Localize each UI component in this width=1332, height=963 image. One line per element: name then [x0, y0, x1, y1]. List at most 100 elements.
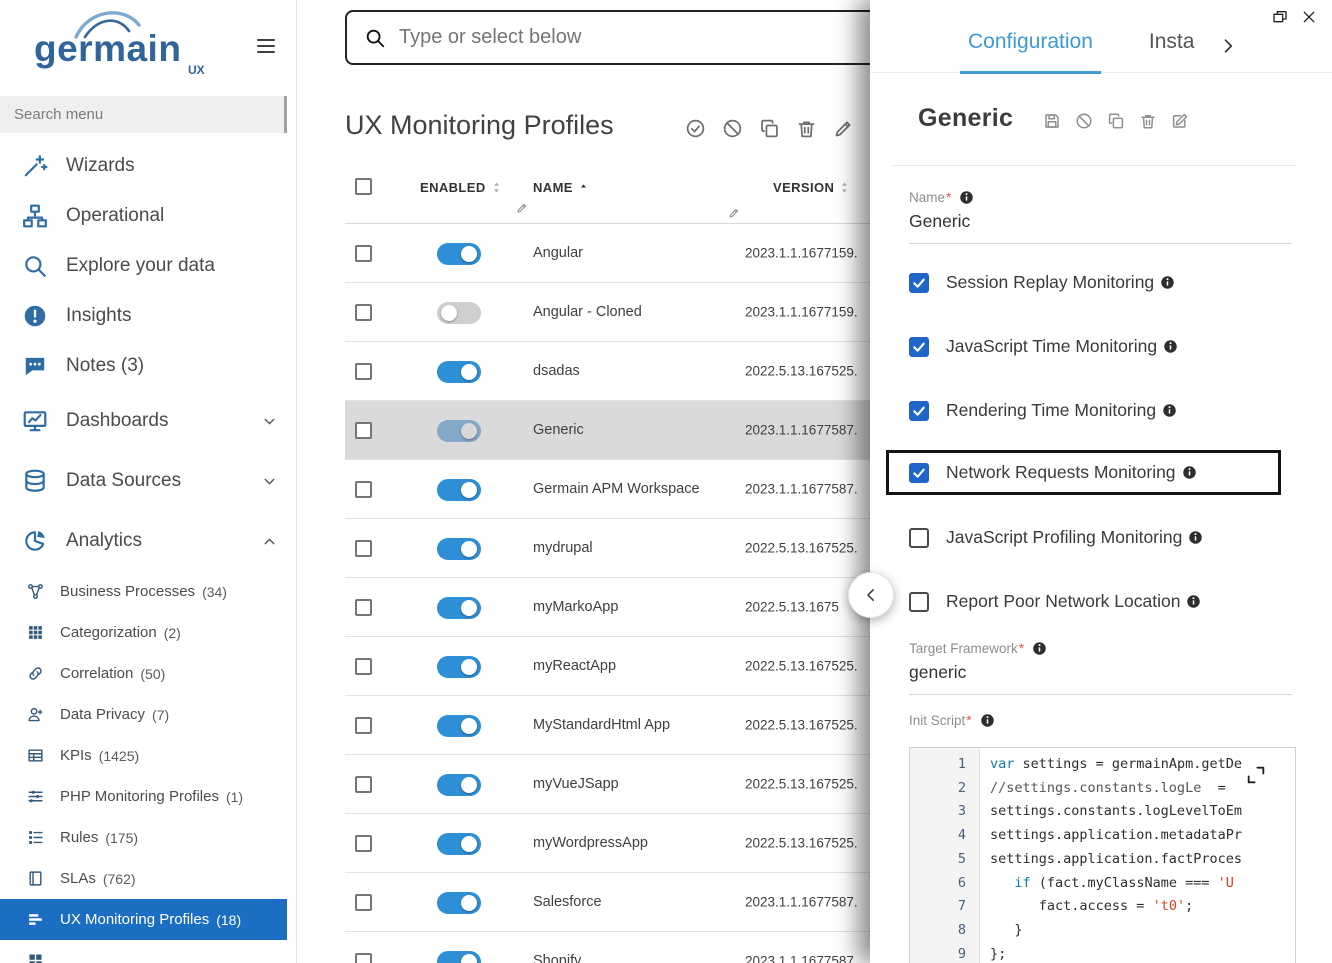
- tab-installation[interactable]: Insta: [1141, 28, 1203, 72]
- enabled-toggle[interactable]: [437, 951, 481, 963]
- filter-name-icon[interactable]: [516, 202, 528, 214]
- disable-button[interactable]: [1075, 112, 1093, 130]
- sidebar-item-notes-3[interactable]: Notes (3): [0, 341, 296, 391]
- delete-button[interactable]: [796, 118, 817, 139]
- enabled-toggle[interactable]: [437, 833, 481, 855]
- save-button[interactable]: [1043, 112, 1061, 130]
- column-header-enabled[interactable]: ENABLED: [420, 180, 503, 195]
- close-icon[interactable]: [1301, 9, 1317, 25]
- sidebar-item-analytics[interactable]: Analytics: [0, 511, 296, 571]
- sidebar-item-correlation[interactable]: Correlation (50): [0, 653, 296, 694]
- checkbox-report-poor-network-location[interactable]: [909, 592, 929, 612]
- row-checkbox[interactable]: [355, 599, 372, 621]
- row-checkbox[interactable]: [355, 304, 372, 326]
- init-script-editor[interactable]: 123456789 var settings = germainApm.getD…: [909, 747, 1296, 963]
- info-icon[interactable]: [1182, 465, 1197, 480]
- enabled-toggle[interactable]: [437, 420, 481, 442]
- sidebar-item-categorization[interactable]: Categorization (2): [0, 612, 296, 653]
- sidebar-search-input[interactable]: [0, 96, 287, 133]
- sidebar-item-ux-monitoring-profiles[interactable]: UX Monitoring Profiles (18): [0, 899, 287, 940]
- info-icon[interactable]: [1188, 530, 1203, 545]
- select-all-checkbox[interactable]: [355, 178, 372, 200]
- profile-version: 2022.5.13.167525.: [745, 718, 858, 733]
- profile-name: myMarkoApp: [533, 599, 618, 615]
- sidebar-item-item[interactable]: [0, 940, 296, 963]
- column-header-name[interactable]: NAME: [533, 180, 589, 195]
- sidebar-item-data-privacy[interactable]: Data Privacy (7): [0, 694, 296, 735]
- enabled-toggle[interactable]: [437, 892, 481, 914]
- enabled-toggle[interactable]: [437, 597, 481, 619]
- info-icon[interactable]: [1032, 641, 1047, 656]
- sidebar-subitem-label: UX Monitoring Profiles: [60, 911, 209, 928]
- sidebar-item-operational[interactable]: Operational: [0, 191, 296, 241]
- sidebar-item-explore-your-data[interactable]: Explore your data: [0, 241, 296, 291]
- delete-button[interactable]: [1139, 112, 1157, 130]
- row-checkbox[interactable]: [355, 481, 372, 503]
- row-checkbox[interactable]: [355, 540, 372, 562]
- sidebar-item-business-processes[interactable]: Business Processes (34): [0, 571, 296, 612]
- sidebar-item-kpis[interactable]: KPIs (1425): [0, 735, 296, 776]
- edit-button[interactable]: [833, 118, 854, 139]
- enabled-toggle[interactable]: [437, 538, 481, 560]
- column-header-version[interactable]: VERSION: [773, 180, 851, 195]
- row-checkbox[interactable]: [355, 953, 372, 963]
- checkbox-session-replay-monitoring[interactable]: [909, 273, 929, 293]
- copy-button[interactable]: [759, 118, 780, 139]
- info-icon[interactable]: [959, 190, 974, 205]
- info-icon[interactable]: [1186, 594, 1201, 609]
- row-checkbox[interactable]: [355, 658, 372, 680]
- checkbox-label: Rendering Time Monitoring: [946, 400, 1156, 421]
- collapse-panel-button[interactable]: [848, 572, 894, 618]
- panel-header: Generic: [918, 104, 1316, 133]
- copy-button[interactable]: [1107, 112, 1125, 130]
- enabled-toggle[interactable]: [437, 656, 481, 678]
- row-checkbox[interactable]: [355, 422, 372, 444]
- sidebar-item-insights[interactable]: Insights: [0, 291, 296, 341]
- sidebar-item-data-sources[interactable]: Data Sources: [0, 451, 296, 511]
- filter-version-icon[interactable]: [728, 207, 740, 219]
- info-icon[interactable]: [980, 713, 995, 728]
- chevron-right-icon[interactable]: [1218, 36, 1238, 56]
- info-icon[interactable]: [1160, 275, 1175, 290]
- enabled-toggle[interactable]: [437, 479, 481, 501]
- sidebar-item-rules[interactable]: Rules (175): [0, 817, 296, 858]
- enabled-toggle[interactable]: [437, 715, 481, 737]
- tab-configuration[interactable]: Configuration: [960, 28, 1101, 74]
- checkbox-javascript-time-monitoring[interactable]: [909, 337, 929, 357]
- sidebar-scrollbar[interactable]: [284, 96, 287, 133]
- profile-name: Generic: [533, 422, 584, 438]
- sidebar-item-slas[interactable]: SLAs (762): [0, 858, 296, 899]
- row-checkbox[interactable]: [355, 776, 372, 798]
- sidebar-item-dashboards[interactable]: Dashboards: [0, 391, 296, 451]
- row-checkbox[interactable]: [355, 894, 372, 916]
- option-row-network-requests-monitoring: Network Requests Monitoring: [886, 450, 1281, 495]
- enable-button[interactable]: [685, 118, 706, 139]
- row-checkbox[interactable]: [355, 717, 372, 739]
- doc-icon: [27, 870, 44, 887]
- info-icon[interactable]: [1162, 403, 1177, 418]
- edit-button[interactable]: [1171, 112, 1189, 130]
- checkbox-rendering-time-monitoring[interactable]: [909, 401, 929, 421]
- row-checkbox[interactable]: [355, 835, 372, 857]
- restore-window-icon[interactable]: [1272, 9, 1288, 25]
- menu-icon[interactable]: [254, 34, 278, 58]
- sidebar-item-php-monitoring-profiles[interactable]: PHP Monitoring Profiles (1): [0, 776, 296, 817]
- enabled-toggle[interactable]: [437, 774, 481, 796]
- expand-editor-icon[interactable]: [1245, 764, 1267, 786]
- editor-gutter: 123456789: [910, 748, 980, 963]
- checkbox-network-requests-monitoring[interactable]: [909, 463, 929, 483]
- enabled-toggle[interactable]: [437, 243, 481, 265]
- option-row-report-poor-network-location: Report Poor Network Location: [909, 589, 1292, 614]
- sidebar-item-wizards[interactable]: Wizards: [0, 141, 296, 191]
- name-field-value[interactable]: Generic: [909, 205, 1292, 244]
- enabled-toggle[interactable]: [437, 302, 481, 324]
- checkbox-javascript-profiling-monitoring[interactable]: [909, 528, 929, 548]
- brand-logo[interactable]: germain: [34, 28, 181, 70]
- line-number: 4: [910, 824, 966, 848]
- row-checkbox[interactable]: [355, 363, 372, 385]
- target-framework-value[interactable]: generic: [909, 656, 1292, 695]
- enabled-toggle[interactable]: [437, 361, 481, 383]
- info-icon[interactable]: [1163, 339, 1178, 354]
- disable-button[interactable]: [722, 118, 743, 139]
- row-checkbox[interactable]: [355, 245, 372, 267]
